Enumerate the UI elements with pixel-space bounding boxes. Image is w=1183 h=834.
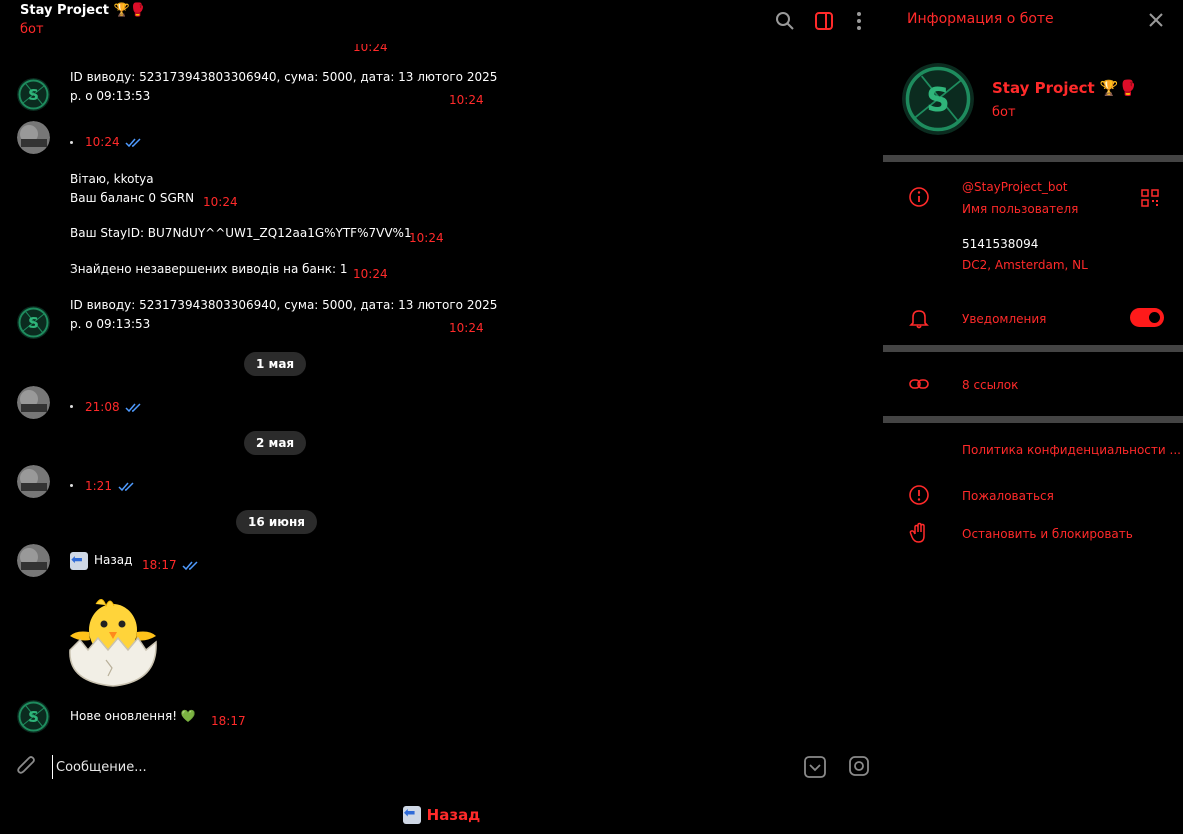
message-text: Нове оновлення! 💚 xyxy=(70,709,196,723)
svg-text:S: S xyxy=(28,708,39,726)
double-check-icon xyxy=(125,403,141,413)
message-list[interactable]: 10:24 S ID виводу: 523173943803306940, с… xyxy=(0,0,883,834)
username-caption: Имя пользователя xyxy=(962,202,1079,216)
message-dot xyxy=(70,141,73,144)
bot-info-panel: Информация о боте S Stay Project 🏆🥊 бот … xyxy=(883,0,1183,834)
message-text: ID виводу: 523173943803306940, сума: 500… xyxy=(70,298,498,312)
notifications-label: Уведомления xyxy=(962,312,1047,326)
bot-role: бот xyxy=(992,105,1016,120)
message-time: 10:24 xyxy=(449,93,484,107)
message-bubble: Вітаю, kkotya Ваш баланс 0 SGRN xyxy=(70,170,194,208)
user-avatar[interactable] xyxy=(17,121,50,154)
date-separator: 16 июня xyxy=(236,510,317,534)
message-time: 18:17 xyxy=(142,558,177,572)
bot-username[interactable]: @StayProject_bot xyxy=(962,180,1068,194)
bot-avatar[interactable]: S xyxy=(17,306,50,339)
message-bubble: ID виводу: 523173943803306940, сума: 500… xyxy=(70,296,497,334)
links-item[interactable]: 8 ссылок xyxy=(962,378,1018,392)
message-text: ID виводу: 523173943803306940, сума: 500… xyxy=(70,70,498,84)
report-item[interactable]: Пожаловаться xyxy=(962,489,1054,503)
close-icon[interactable] xyxy=(1147,11,1165,29)
back-keyboard-label: Назад xyxy=(426,805,481,824)
back-keyboard-button[interactable]: Назад xyxy=(0,795,883,834)
date-separator: 1 мая xyxy=(244,352,307,376)
message-time: 10:24 xyxy=(353,267,388,281)
side-panel-icon[interactable] xyxy=(813,10,835,32)
message-text: Ваш StayID: BU7NdUY^^UW1_ZQ12aa1G%YTF%7V… xyxy=(70,226,412,240)
user-avatar[interactable] xyxy=(17,465,50,498)
message-dot xyxy=(70,484,73,487)
block-bot-item[interactable]: Остановить и блокировать xyxy=(962,527,1133,541)
hand-icon xyxy=(909,522,925,543)
search-icon[interactable] xyxy=(774,10,796,32)
bot-avatar[interactable]: S xyxy=(17,78,50,111)
message-text: Вітаю, kkotya xyxy=(70,172,154,186)
chat-header: Stay Project 🏆🥊 бот xyxy=(0,0,883,44)
message-time: 10:24 xyxy=(203,195,238,209)
message-time: 18:17 xyxy=(211,714,246,728)
info-panel-title: Информация о боте xyxy=(907,11,1054,27)
message-input[interactable] xyxy=(52,755,752,779)
chat-pane: 10:24 S ID виводу: 523173943803306940, с… xyxy=(0,0,883,834)
double-check-icon xyxy=(118,482,134,492)
message-time: 10:24 xyxy=(85,135,120,149)
alert-icon xyxy=(909,485,929,505)
paperclip-icon[interactable] xyxy=(16,755,38,779)
section-divider xyxy=(883,416,1183,423)
message-time: 10:24 xyxy=(409,231,444,245)
bot-profile-avatar[interactable]: S xyxy=(902,63,974,135)
message-text: Ваш баланс 0 SGRN xyxy=(70,191,195,205)
message-composer xyxy=(0,745,883,789)
message-bubble: ID виводу: 523173943803306940, сума: 500… xyxy=(70,68,497,106)
chat-title[interactable]: Stay Project 🏆🥊 xyxy=(20,3,146,18)
sticker-icon[interactable] xyxy=(848,755,870,777)
notifications-toggle[interactable] xyxy=(1130,308,1164,327)
privacy-policy-item[interactable]: Политика конфиденциальности ... xyxy=(962,443,1181,457)
bot-name: Stay Project 🏆🥊 xyxy=(992,79,1138,97)
reply-keyboard: Назад xyxy=(0,795,883,834)
bot-avatar[interactable]: S xyxy=(17,700,50,733)
user-avatar[interactable] xyxy=(17,386,50,419)
svg-text:S: S xyxy=(28,86,39,104)
keyboard-icon[interactable] xyxy=(803,755,827,779)
data-center: DC2, Amsterdam, NL xyxy=(962,258,1088,272)
section-divider xyxy=(883,345,1183,352)
qr-code-icon[interactable] xyxy=(1141,189,1159,207)
kebab-menu-icon[interactable] xyxy=(848,10,870,32)
message-time: 21:08 xyxy=(85,400,120,414)
bot-user-id: 5141538094 xyxy=(962,237,1039,251)
message-time: 1:21 xyxy=(85,479,112,493)
chat-subtitle: бот xyxy=(20,22,44,37)
message-text: р. о 09:13:53 xyxy=(70,89,151,103)
message-text: р. о 09:13:53 xyxy=(70,317,151,331)
section-divider xyxy=(883,155,1183,162)
double-check-icon xyxy=(182,561,198,571)
svg-text:S: S xyxy=(926,81,950,119)
message-time: 10:24 xyxy=(449,321,484,335)
svg-text:S: S xyxy=(28,314,39,332)
message-bubble: Назад xyxy=(70,551,132,570)
bell-icon xyxy=(909,310,929,329)
back-arrow-icon xyxy=(70,551,88,570)
date-separator: 2 мая xyxy=(244,431,307,455)
message-text: Знайдено незавершених виводів на банк: 1 xyxy=(70,262,348,276)
double-check-icon xyxy=(125,138,141,148)
message-dot xyxy=(70,405,73,408)
info-icon xyxy=(909,187,929,207)
message-text: Назад xyxy=(94,553,133,567)
back-arrow-icon xyxy=(402,805,421,824)
user-avatar[interactable] xyxy=(17,544,50,577)
link-icon xyxy=(909,379,929,389)
hatching-chick-sticker[interactable] xyxy=(66,592,160,688)
